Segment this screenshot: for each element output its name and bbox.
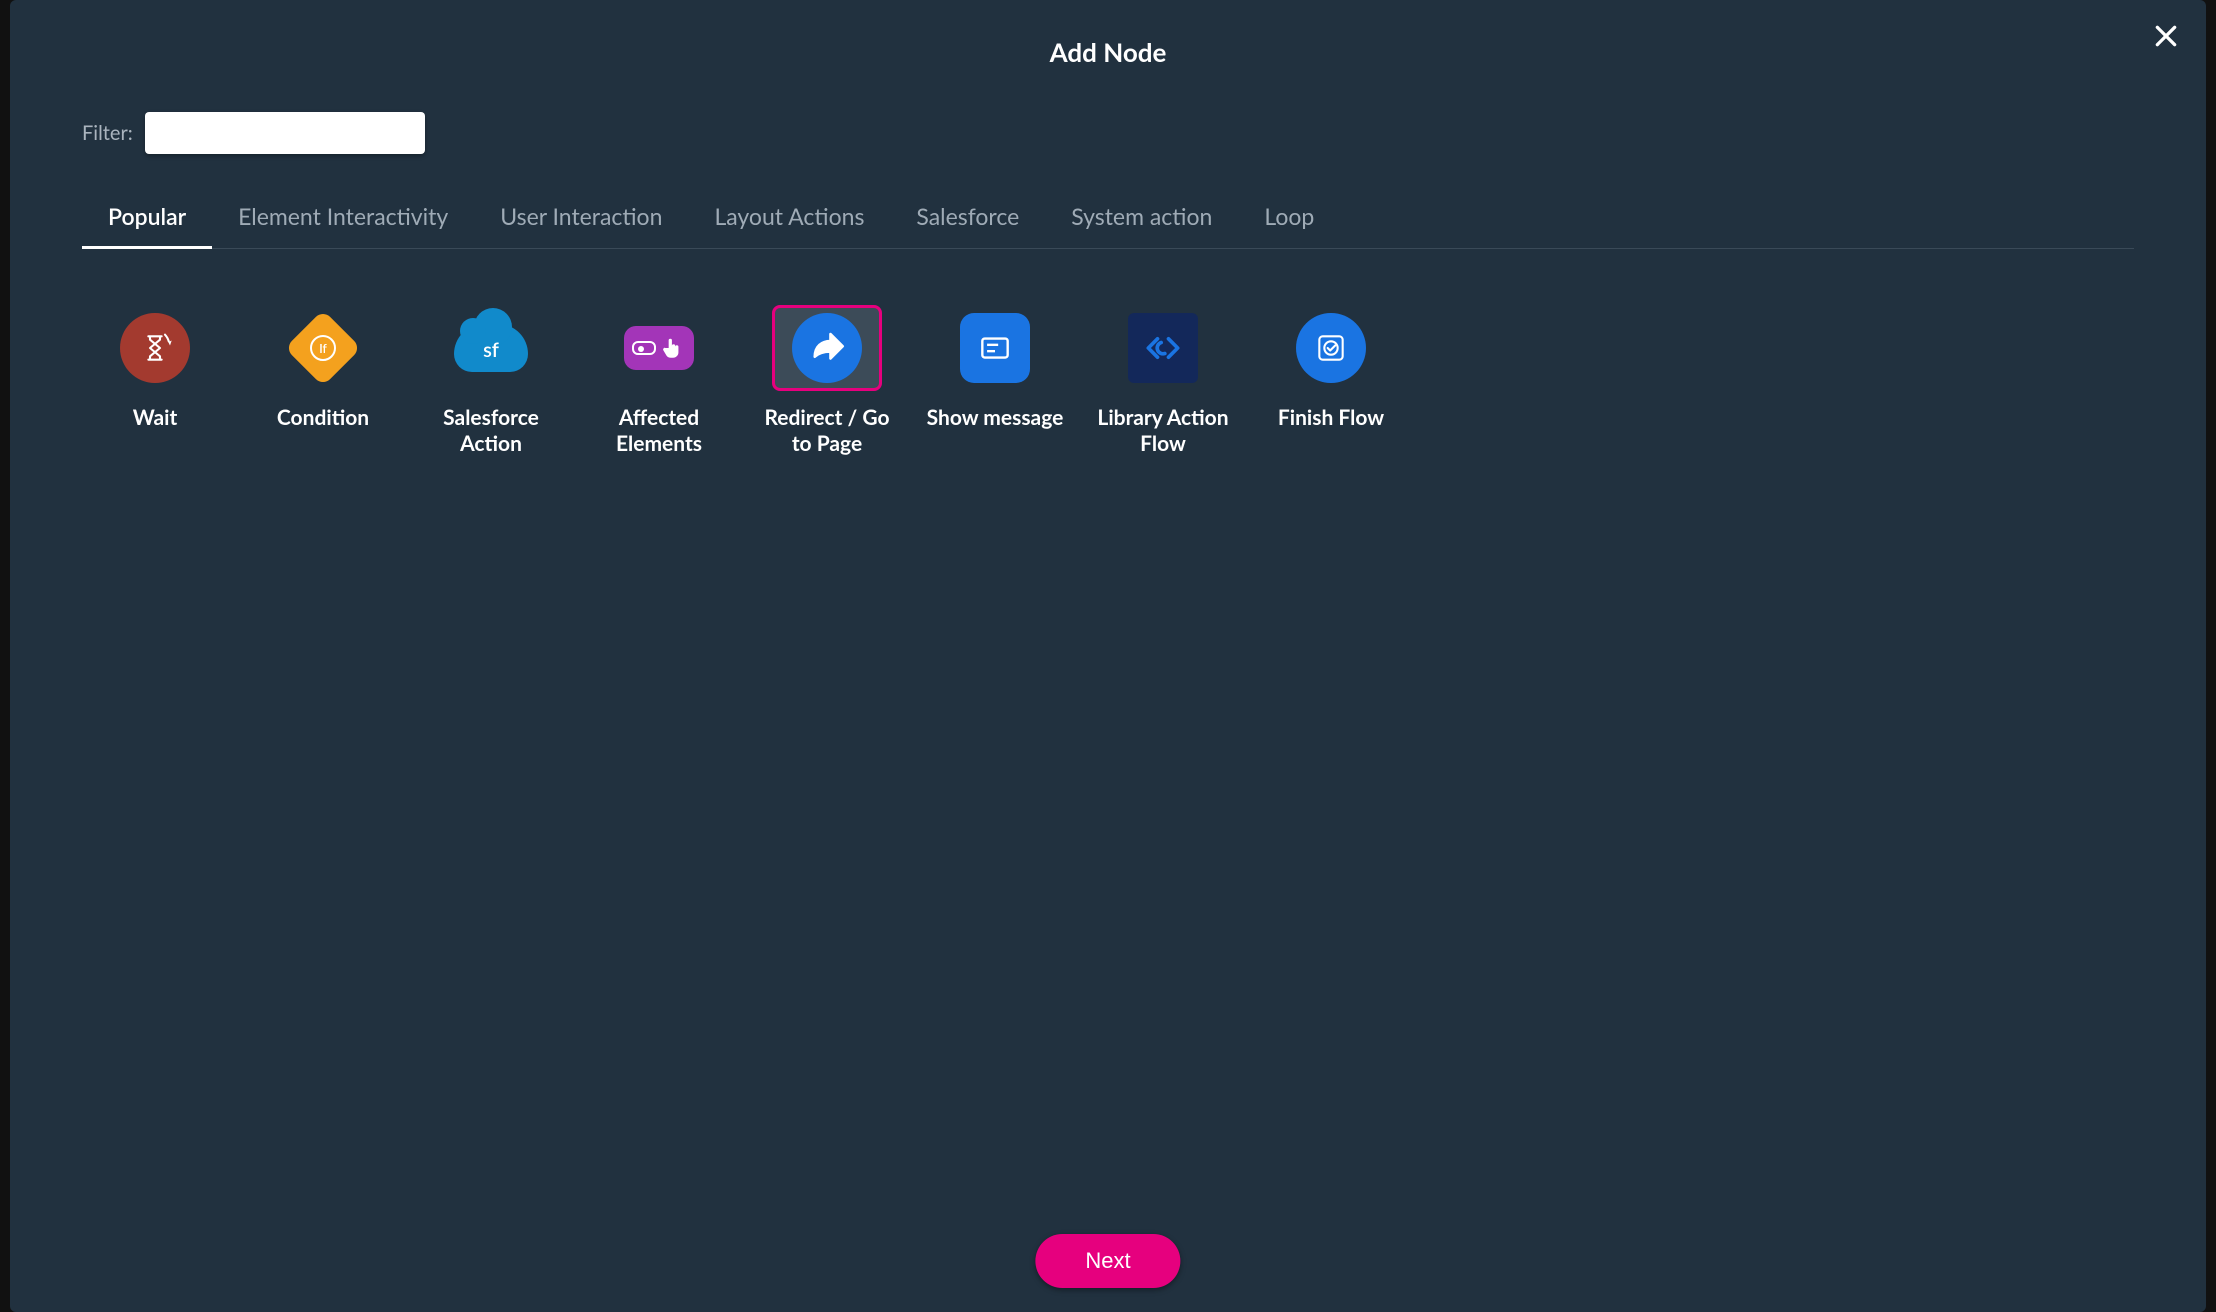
node-icon-box <box>772 305 882 391</box>
tab-salesforce[interactable]: Salesforce <box>890 194 1045 248</box>
filter-label: Filter: <box>82 121 133 145</box>
arrow-redirect-icon <box>792 313 862 383</box>
next-button[interactable]: Next <box>1035 1234 1180 1288</box>
cloud-sf-icon: sf <box>454 324 528 372</box>
node-affected-elements[interactable]: Affected Elements <box>586 305 732 458</box>
tab-loop[interactable]: Loop <box>1238 194 1340 248</box>
node-label: Finish Flow <box>1278 405 1384 431</box>
node-icon-box <box>1276 305 1386 391</box>
node-icon-box: sf <box>436 305 546 391</box>
tab-element-interactivity[interactable]: Element Interactivity <box>212 194 474 248</box>
tab-user-interaction[interactable]: User Interaction <box>474 194 688 248</box>
filter-input[interactable] <box>145 112 425 154</box>
node-salesforce-action[interactable]: sf Salesforce Action <box>418 305 564 458</box>
node-label: Show message <box>927 405 1064 431</box>
node-label: Wait <box>133 405 178 431</box>
tabs: Popular Element Interactivity User Inter… <box>82 194 2134 249</box>
node-library-action-flow[interactable]: Library Action Flow <box>1090 305 1236 458</box>
code-brackets-icon <box>1128 313 1198 383</box>
nodes-grid: Wait If Condition sf Salesforce Action <box>82 305 2134 458</box>
tab-layout-actions[interactable]: Layout Actions <box>688 194 890 248</box>
node-label: Redirect / Go to Page <box>754 405 900 458</box>
close-button[interactable] <box>2146 16 2186 56</box>
node-icon-box: If <box>268 305 378 391</box>
modal-title: Add Node <box>82 36 2134 68</box>
node-label: Condition <box>277 405 369 431</box>
close-icon <box>2153 23 2179 49</box>
node-label: Library Action Flow <box>1090 405 1236 458</box>
node-show-message[interactable]: Show message <box>922 305 1068 458</box>
filter-row: Filter: <box>82 112 2134 154</box>
add-node-modal: Add Node Filter: Popular Element Interac… <box>10 0 2206 1312</box>
hand-button-icon <box>624 326 694 370</box>
tab-system-action[interactable]: System action <box>1045 194 1238 248</box>
node-label: Affected Elements <box>586 405 732 458</box>
node-condition[interactable]: If Condition <box>250 305 396 458</box>
node-icon-box <box>1108 305 1218 391</box>
hourglass-icon <box>120 313 190 383</box>
node-finish-flow[interactable]: Finish Flow <box>1258 305 1404 458</box>
node-wait[interactable]: Wait <box>82 305 228 458</box>
condition-diamond-icon: If <box>285 310 361 386</box>
checkmark-circle-icon <box>1296 313 1366 383</box>
node-icon-box <box>940 305 1050 391</box>
node-redirect[interactable]: Redirect / Go to Page <box>754 305 900 458</box>
node-icon-box <box>100 305 210 391</box>
message-icon <box>960 313 1030 383</box>
tab-popular[interactable]: Popular <box>82 194 212 248</box>
node-icon-box <box>604 305 714 391</box>
node-label: Salesforce Action <box>418 405 564 458</box>
